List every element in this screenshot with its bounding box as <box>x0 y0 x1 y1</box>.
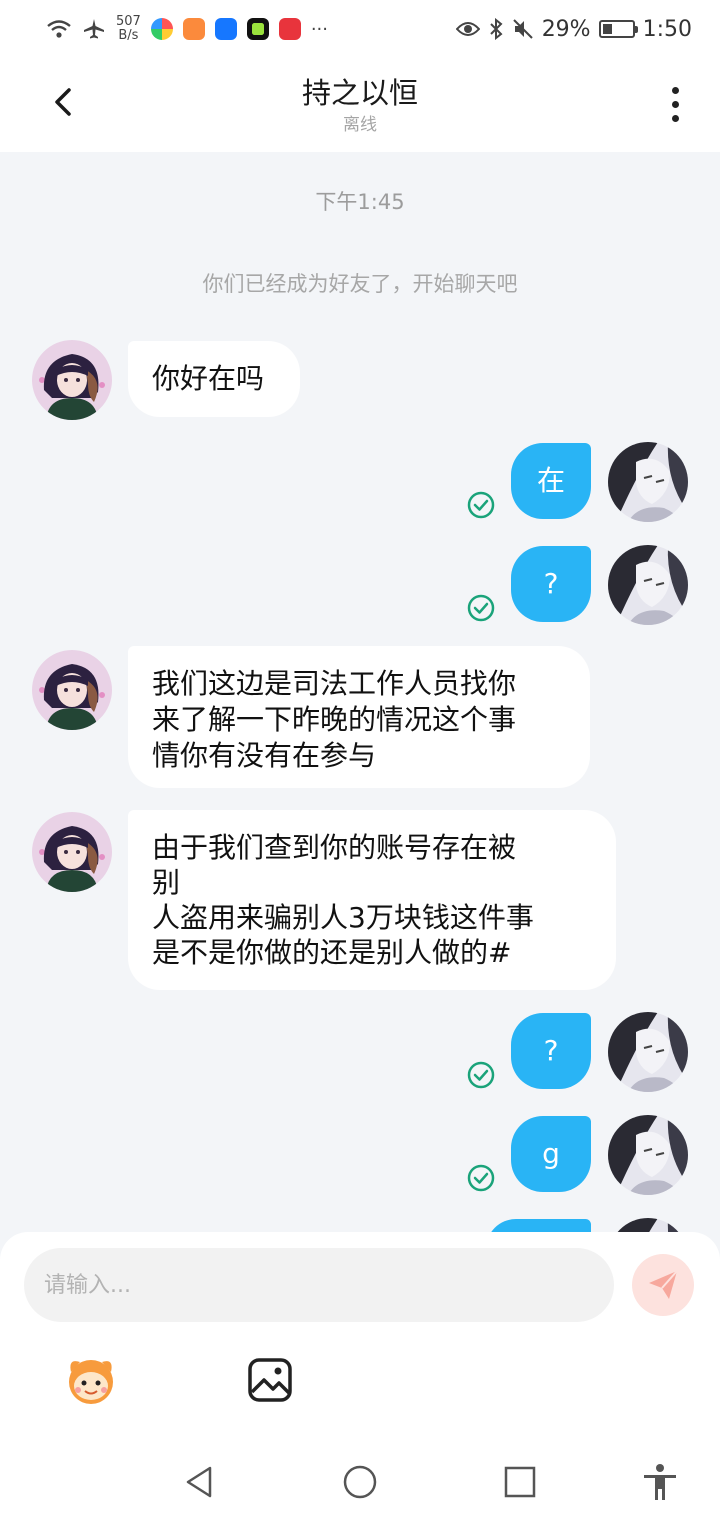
battery-icon <box>598 20 638 38</box>
title-block: 持之以恒 离线 <box>302 73 418 137</box>
outgoing-message: 在 <box>511 443 591 519</box>
status-right: 29% 1:50 <box>455 16 692 42</box>
my-avatar[interactable] <box>608 442 688 522</box>
chat-header: 持之以恒 离线 <box>0 58 720 152</box>
paper-plane-icon <box>649 1270 678 1299</box>
system-note: 你们已经成为好友了，开始聊天吧 <box>202 272 518 296</box>
battery-percent: 29% <box>541 16 591 42</box>
triangle-back-icon[interactable] <box>180 1462 220 1502</box>
mute-icon <box>512 19 533 39</box>
incoming-message: 你好在吗 <box>128 341 300 417</box>
app-icon-alipay <box>214 18 237 40</box>
accessibility-icon[interactable] <box>640 1462 680 1502</box>
back-button[interactable] <box>42 80 86 124</box>
image-icon[interactable] <box>246 1356 294 1404</box>
app-icon-colorful <box>150 18 173 40</box>
status-bar: 507 B/s ··· 29% 1:50 <box>0 0 720 58</box>
check-circle-icon <box>466 1163 496 1193</box>
contact-avatar[interactable] <box>32 812 112 892</box>
outgoing-message: ? <box>511 1013 591 1089</box>
check-circle-icon <box>466 593 496 623</box>
input-panel <box>0 1232 720 1442</box>
my-avatar[interactable] <box>608 545 688 625</box>
page-title: 持之以恒 <box>301 76 418 110</box>
more-vertical-icon[interactable] <box>660 82 690 126</box>
incoming-message: 我们这边是司法工作人员找你 来了解一下昨晚的情况这个事 情你有没有在参与 <box>128 646 590 788</box>
online-status: 离线 <box>342 115 377 135</box>
send-button[interactable] <box>632 1254 694 1316</box>
incoming-message: 由于我们查到你的账号存在被 别 人盗用来骗别人3万块钱这件事 是不是你做的还是别… <box>128 810 616 990</box>
check-circle-icon <box>466 490 496 520</box>
network-speed: 507 B/s <box>116 15 141 43</box>
app-icon-capcut <box>278 18 301 40</box>
check-circle-icon <box>466 1060 496 1090</box>
system-nav-bar <box>0 1442 720 1520</box>
network-speed-value: 507 <box>116 14 141 29</box>
square-recent-icon[interactable] <box>500 1462 540 1502</box>
message-timestamp: 下午1:45 <box>315 190 405 214</box>
contact-avatar[interactable] <box>32 650 112 730</box>
clock: 1:50 <box>642 16 692 42</box>
app-icon-green <box>246 18 269 40</box>
more-notifications-icon: ··· <box>310 18 328 40</box>
network-speed-unit: B/s <box>118 28 139 43</box>
my-avatar[interactable] <box>608 1012 688 1092</box>
outgoing-message: ? <box>511 546 591 622</box>
eye-icon <box>455 22 480 36</box>
message-input[interactable] <box>24 1248 614 1322</box>
bluetooth-icon <box>489 18 503 40</box>
status-left: 507 B/s ··· <box>46 15 328 43</box>
outgoing-message: g <box>511 1116 591 1192</box>
circle-home-icon[interactable] <box>340 1462 380 1502</box>
sticker-icon[interactable] <box>60 1352 122 1408</box>
wifi-icon <box>47 20 71 38</box>
contact-avatar[interactable] <box>32 340 112 420</box>
app-icon-video <box>182 18 205 40</box>
my-avatar[interactable] <box>608 1115 688 1195</box>
airplane-icon <box>84 19 104 39</box>
